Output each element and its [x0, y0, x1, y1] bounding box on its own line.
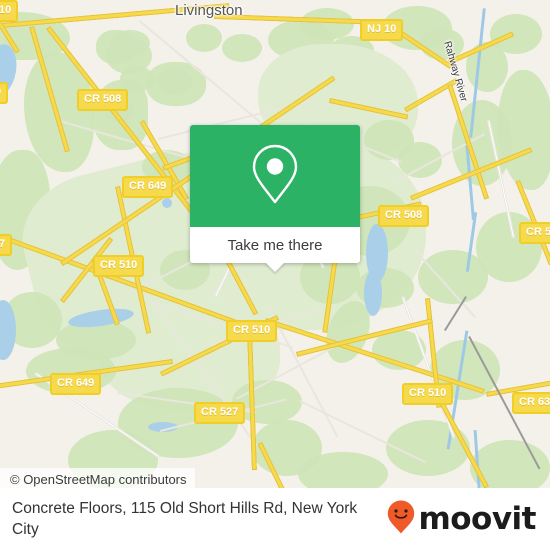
popup-header [190, 125, 360, 227]
road-shield: 9 [0, 82, 9, 104]
park-area [186, 24, 222, 52]
road-shield: CR 638 [512, 392, 550, 414]
road-shield: CR 5 [519, 222, 550, 244]
park-area [158, 68, 192, 94]
road-shield: NJ 10 [360, 19, 404, 41]
road-shield: CR 527 [194, 402, 246, 424]
moovit-pin-smiley-icon [386, 499, 416, 540]
road-shield: CR 649 [122, 176, 174, 198]
road-shield: CR 510 [226, 320, 278, 342]
road-shield: CR 510 [402, 383, 454, 405]
park-area [222, 34, 262, 62]
map-pin-icon [248, 142, 302, 211]
place-label-livingston: Livingston [175, 2, 243, 19]
moovit-logo[interactable]: moovit [386, 499, 536, 540]
location-caption: Concrete Floors, 115 Old Short Hills Rd,… [12, 500, 358, 538]
road-shield: CR 508 [77, 89, 129, 111]
take-me-there-label: Take me there [227, 236, 323, 254]
road-shield: 10 [0, 0, 19, 22]
road-shield: 7 [0, 234, 13, 256]
park-area [300, 8, 354, 40]
park-area [298, 452, 388, 492]
bottom-bar: Concrete Floors, 115 Old Short Hills Rd,… [0, 488, 550, 550]
take-me-there-button[interactable]: Take me there [190, 227, 360, 263]
road-shield: CR 510 [93, 255, 145, 277]
road-shield: CR 508 [378, 205, 430, 227]
lake [162, 198, 172, 208]
popup-tail [265, 262, 285, 272]
moovit-wordmark: moovit [418, 500, 536, 537]
road-shield: CR 649 [50, 373, 102, 395]
lake [364, 270, 382, 316]
location-popup[interactable]: Take me there [190, 125, 360, 272]
map-screen: Livingston Rahway River NJ 10 10 9 CR 50… [0, 0, 550, 550]
park-area [490, 14, 542, 54]
